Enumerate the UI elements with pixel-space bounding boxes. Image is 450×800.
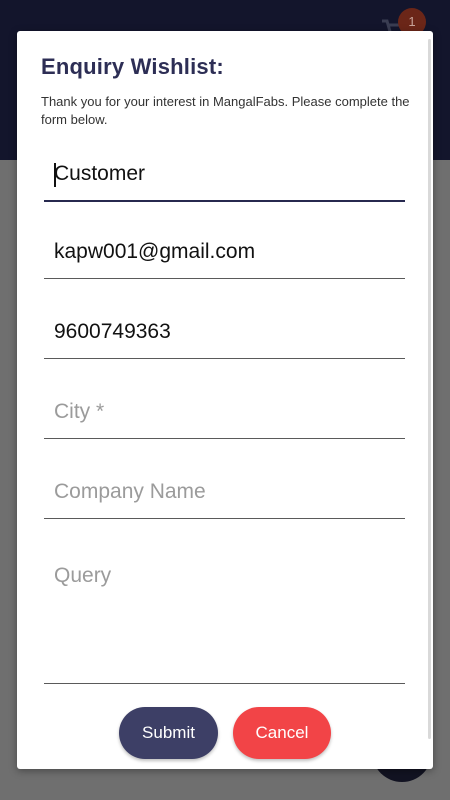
company-name-input[interactable] [54,470,394,514]
email-input[interactable] [54,230,394,274]
phone-input[interactable] [54,310,394,354]
customer-name-field [44,152,405,202]
dialog-subtitle: Thank you for your interest in MangalFab… [41,94,410,127]
enquiry-dialog: Enquiry Wishlist: Thank you for your int… [17,31,433,769]
query-input[interactable] [54,563,394,673]
dialog-scrollbar[interactable] [428,39,431,739]
query-field [44,543,405,684]
company-name-field [44,470,405,519]
phone-field [44,310,405,359]
city-field [44,390,405,439]
email-field [44,230,405,279]
cancel-button[interactable]: Cancel [233,707,331,759]
submit-button[interactable]: Submit [119,707,218,759]
dialog-title: Enquiry Wishlist: [41,54,224,79]
city-input[interactable] [54,390,394,434]
customer-name-input[interactable] [54,152,394,196]
